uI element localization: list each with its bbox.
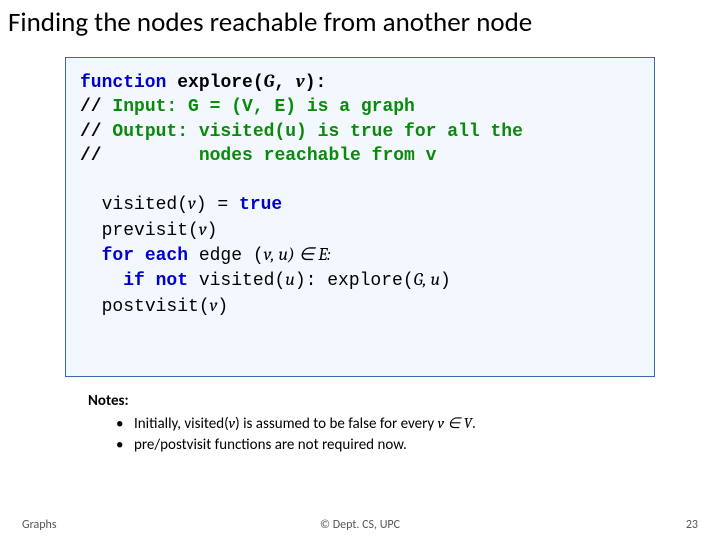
code-block: function explore(G, v): // Input: G = (V… <box>65 57 655 377</box>
code-line-signature: function explore(G, v): <box>80 70 640 95</box>
footer-center: © Dept. CS, UPC <box>0 518 720 532</box>
code-line-postvisit: postvisit(v) <box>80 294 640 319</box>
keyword-if-not: if not <box>123 271 188 291</box>
keyword-for-each: for each <box>102 246 188 266</box>
note-item-2: pre/postvisit functions are not required… <box>116 435 720 455</box>
code-line-for: for each edge (v, u) ∈ E: <box>80 243 640 268</box>
function-name: explore <box>177 73 253 93</box>
keyword-function: function <box>80 73 166 93</box>
code-line-visited: visited(v) = true <box>80 192 640 217</box>
code-line-if: if not visited(u): explore(G, u) <box>80 268 640 293</box>
keyword-true: true <box>239 195 282 215</box>
comment-output-1: // Output: visited(u) is true for all th… <box>80 120 640 144</box>
blank-line <box>80 168 640 192</box>
footer: Graphs © Dept. CS, UPC 23 <box>0 518 720 532</box>
comment-output-2: // nodes reachable from v <box>80 144 640 168</box>
slide-title: Finding the nodes reachable from another… <box>0 0 720 39</box>
note-item-1: Initially, visited(v) is assumed to be f… <box>116 413 720 434</box>
notes-section: Notes: Initially, visited(v) is assumed … <box>88 391 720 455</box>
notes-heading: Notes: <box>88 391 720 411</box>
code-line-previsit: previsit(v) <box>80 218 640 243</box>
slide: Finding the nodes reachable from another… <box>0 0 720 540</box>
comment-input: // Input: G = (V, E) is a graph <box>80 95 640 119</box>
